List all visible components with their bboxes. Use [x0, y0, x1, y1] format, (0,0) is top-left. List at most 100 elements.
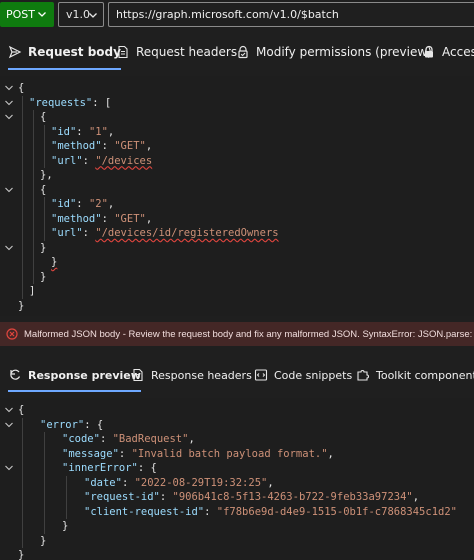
fold-chevron-icon[interactable]: [4, 243, 14, 253]
active-tab-indicator: [8, 68, 121, 70]
code-line: "id": "1",: [0, 125, 474, 139]
request-tabs: Request body Request headers Modify perm…: [0, 34, 474, 70]
json-punctuation: ,: [107, 125, 115, 138]
tab-label: Toolkit component: [376, 368, 474, 382]
tab-access-token[interactable]: Access: [422, 34, 474, 70]
json-punctuation: ,: [145, 212, 153, 225]
api-version-dropdown[interactable]: v1.0: [58, 2, 104, 27]
lock-check-icon: [238, 45, 248, 59]
json-punctuation: :: [76, 125, 89, 138]
tab-label: Response preview: [28, 368, 141, 382]
tab-request-body[interactable]: Request body: [8, 34, 121, 70]
code-line: }: [0, 534, 474, 548]
code-text: {: [40, 183, 46, 197]
code-line: }: [0, 299, 474, 313]
code-line: }: [0, 270, 474, 284]
code-text: {: [18, 81, 24, 95]
json-punctuation: }: [62, 520, 69, 532]
code-text: }: [51, 255, 57, 269]
request-url-input[interactable]: [108, 2, 474, 27]
code-line: "id": "2",: [0, 197, 474, 211]
json-key: "method": [51, 212, 102, 225]
error-circle-icon: [6, 328, 18, 340]
code-line: {: [0, 183, 474, 197]
json-key: "message": [62, 447, 119, 460]
code-text: }: [18, 548, 24, 560]
json-key: "url": [51, 154, 83, 167]
code-line: "message": "Invalid batch payload format…: [0, 447, 474, 461]
http-method-dropdown[interactable]: POST: [0, 2, 54, 27]
json-string: "BadRequest": [112, 433, 189, 445]
json-key: "innerError": [62, 462, 138, 474]
json-key: "method": [51, 140, 102, 152]
json-punctuation: {: [18, 404, 25, 416]
tab-response-headers[interactable]: Response headers: [131, 358, 252, 392]
fold-chevron-icon[interactable]: [4, 83, 14, 93]
json-punctuation: :: [76, 198, 89, 210]
code-text: "code": "BadRequest",: [62, 432, 195, 446]
indent-guide: [66, 475, 67, 519]
fold-chevron-icon[interactable]: [4, 98, 14, 108]
fold-chevron-icon[interactable]: [4, 463, 14, 473]
active-tab-indicator: [8, 390, 141, 392]
json-key: "error": [40, 418, 85, 431]
code-text: "date": "2022-08-29T19:32:25",: [84, 476, 274, 490]
tab-toolkit-component[interactable]: Toolkit component: [356, 358, 474, 392]
code-line: ]: [0, 284, 474, 298]
fold-chevron-icon[interactable]: [4, 405, 14, 415]
code-line: }: [0, 519, 474, 533]
fold-chevron-icon[interactable]: [4, 185, 14, 195]
lock-icon: [425, 45, 433, 58]
json-key: "code": [62, 433, 100, 445]
json-punctuation: :: [204, 505, 217, 518]
json-string: "f78b6e9d-d4e9-1515-0b1f-c7868345c1d2": [216, 505, 457, 518]
code-snippet-icon: [254, 369, 268, 381]
json-punctuation: :: [101, 212, 115, 225]
code-text: ]: [29, 284, 35, 298]
query-toolbar: POST v1.0: [0, 0, 474, 30]
code-text: }: [40, 270, 46, 284]
json-punctuation: :: [121, 476, 135, 489]
code-line: "url": "/devices: [0, 154, 474, 168]
json-string: "1": [88, 125, 108, 138]
json-punctuation: }: [18, 299, 25, 312]
code-line: {: [0, 81, 474, 95]
response-tabs: Response preview Response headers Code s…: [0, 358, 474, 392]
code-text: "innerError": {: [62, 461, 157, 475]
code-line: }: [0, 548, 474, 560]
puzzle-icon: [357, 370, 369, 381]
fold-chevron-icon[interactable]: [4, 112, 14, 122]
json-string: "/devices: [95, 154, 153, 167]
json-string: "GET": [114, 212, 146, 225]
code-text: "error": {: [40, 418, 103, 432]
code-line: "method": "GET",: [0, 212, 474, 226]
tab-response-preview[interactable]: Response preview: [8, 358, 141, 392]
tab-request-headers[interactable]: Request headers: [116, 34, 237, 70]
tab-label: Access: [442, 45, 474, 59]
error-message-text: Malformed JSON body - Review the request…: [24, 328, 474, 340]
json-punctuation: ,: [107, 198, 115, 210]
fold-chevron-icon[interactable]: [4, 420, 14, 430]
code-text: "message": "Invalid batch payload format…: [62, 447, 334, 461]
json-key: "requests": [29, 96, 93, 109]
tab-label: Response headers: [151, 368, 252, 382]
json-string: "2": [88, 198, 108, 210]
json-punctuation: {: [18, 82, 25, 94]
code-text: "id": "1",: [51, 125, 114, 139]
error-message-bar: Malformed JSON body - Review the request…: [0, 322, 474, 346]
tab-code-snippets[interactable]: Code snippets: [254, 358, 352, 392]
indent-guide: [33, 110, 34, 284]
json-punctuation: :: [99, 433, 113, 445]
json-punctuation: : {: [137, 462, 157, 474]
tab-label: Request body: [28, 45, 121, 59]
json-punctuation: : {: [84, 418, 104, 431]
json-key: "date": [84, 476, 122, 489]
response-icon: [10, 369, 21, 380]
json-punctuation: ,: [267, 476, 274, 489]
tab-modify-permissions[interactable]: Modify permissions (preview): [236, 34, 432, 70]
code-text: {: [18, 403, 24, 417]
code-text: {: [40, 110, 46, 124]
code-line: {: [0, 403, 474, 417]
request-body-editor[interactable]: {"requests": [{"id": "1", "method": "GET"…: [0, 76, 474, 316]
tab-label: Code snippets: [274, 368, 353, 382]
